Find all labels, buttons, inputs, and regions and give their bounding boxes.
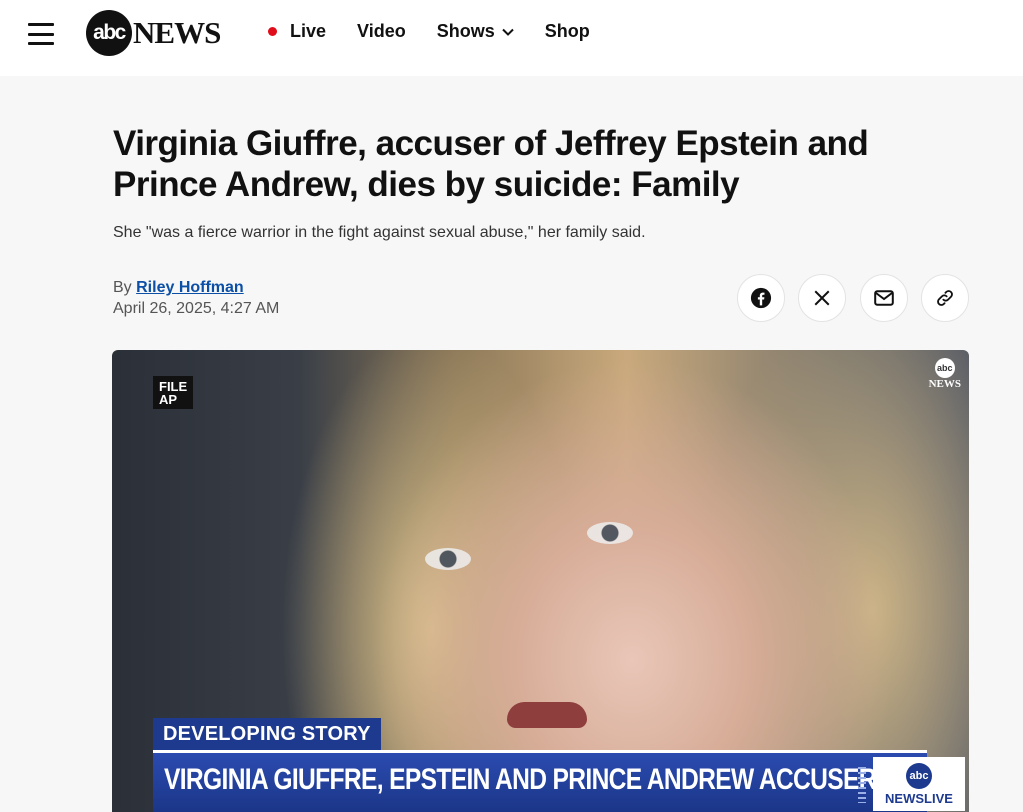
main-nav: Live Video Shows Shop [268,21,621,42]
video-corner-logo: abc NEWS [929,358,961,390]
top-navigation-bar: abc NEWS Live Video Shows Shop [0,0,1023,76]
logo-mark: abc [86,10,132,56]
nav-live[interactable]: Live [268,21,326,42]
ap-label: AP [159,392,178,407]
newslive-logo: abc NEWSLIVE [873,757,965,811]
publish-date: April 26, 2025, 4:27 AM [113,300,280,317]
nav-shop-label: Shop [544,21,590,41]
logo-text: NEWS [133,15,221,50]
share-x-button[interactable] [798,274,846,322]
byline: By Riley Hoffman [113,279,244,297]
video-frame-detail [425,548,471,570]
x-icon [814,290,830,306]
live-dot-icon [268,27,277,36]
share-email-button[interactable] [860,274,908,322]
video-frame-detail [587,522,633,544]
nav-video-label: Video [357,21,406,41]
developing-story-banner: DEVELOPING STORY [153,718,381,751]
corner-logo-mark: abc [934,358,955,378]
lower-third-banner: VIRGINIA GIUFFRE, EPSTEIN AND PRINCE AND… [153,750,965,812]
file-ap-label: FILE AP [153,376,194,409]
mail-icon [874,290,894,306]
link-icon [937,290,953,306]
video-player[interactable]: FILE AP abc NEWS DEVELOPING STORY VIRGIN… [112,350,969,812]
ticker-lines-decoration [858,767,866,803]
article-headline: Virginia Giuffre, accuser of Jeffrey Eps… [113,124,869,204]
nav-live-label: Live [290,21,327,41]
share-facebook-button[interactable] [737,274,785,322]
newslive-text: NEWSLIVE [885,790,953,806]
nav-shows[interactable]: Shows [437,21,514,42]
nav-shows-label: Shows [436,21,495,41]
nav-shop[interactable]: Shop [545,21,590,42]
newslive-mark: abc [906,762,932,789]
video-frame-detail [507,702,587,728]
copy-link-button[interactable] [921,274,969,322]
author-link[interactable]: Riley Hoffman [136,279,244,296]
article-subhead: She "was a fierce warrior in the fight a… [113,224,646,241]
lower-third-text: VIRGINIA GIUFFRE, EPSTEIN AND PRINCE AND… [164,763,944,796]
nav-video[interactable]: Video [357,21,406,42]
menu-icon[interactable] [28,23,54,45]
facebook-icon [750,287,772,309]
corner-logo-text: NEWS [928,378,961,390]
byline-prefix: By [113,279,132,296]
abc-news-logo[interactable]: abc NEWS [86,10,221,56]
chevron-down-icon [502,28,514,36]
